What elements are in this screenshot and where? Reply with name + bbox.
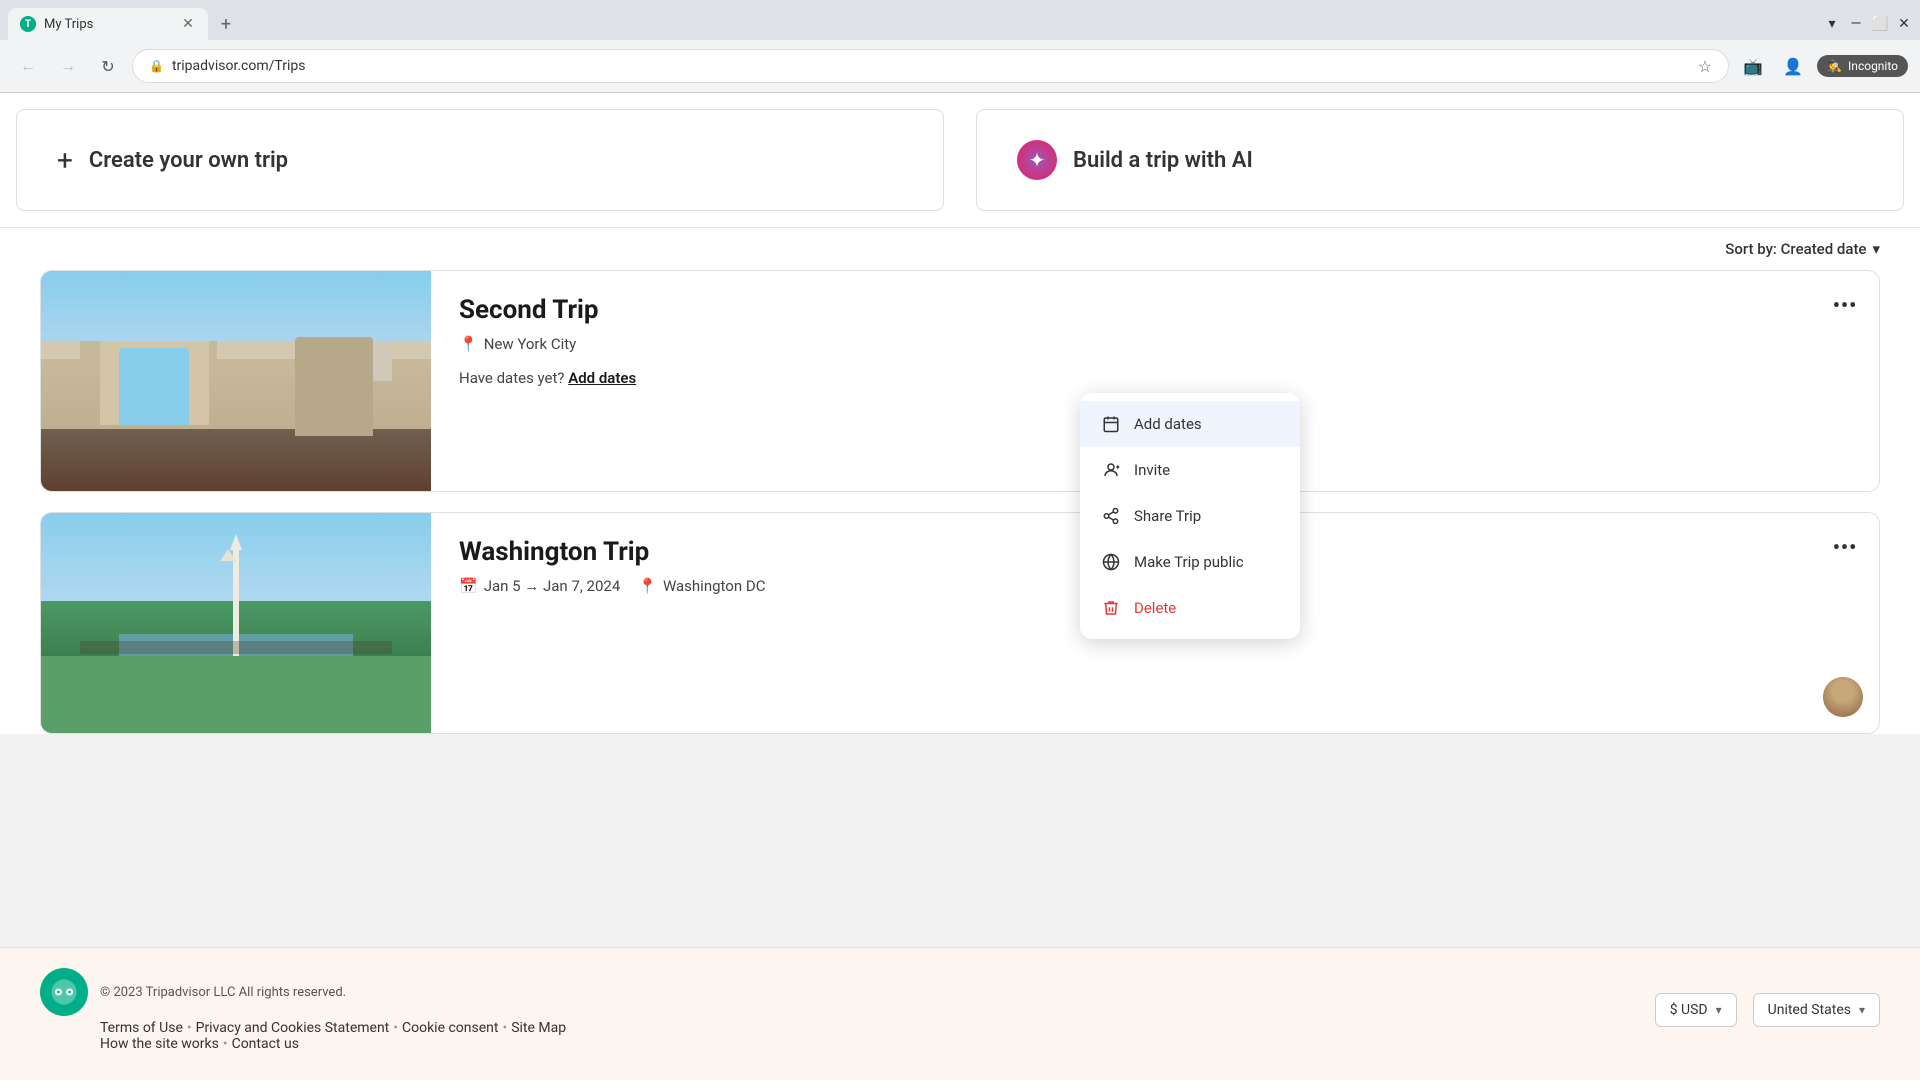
tripadvisor-logo [40, 968, 88, 1016]
footer-sep-4: • [223, 1036, 228, 1052]
user-avatar [1823, 677, 1863, 717]
plus-icon: + [57, 144, 73, 177]
currency-selector[interactable]: $ USD ▾ [1655, 993, 1737, 1027]
washington-location-text: Washington DC [663, 577, 766, 595]
url-bar[interactable]: 🔒 tripadvisor.com/Trips ☆ [132, 49, 1729, 83]
cookie-consent-link[interactable]: Cookie consent [402, 1020, 498, 1036]
address-bar: ← → ↻ 🔒 tripadvisor.com/Trips ☆ 📺 👤 🕵 In… [0, 40, 1920, 92]
browser-actions: 📺 👤 🕵 Incognito [1737, 50, 1908, 82]
back-button[interactable]: ← [12, 50, 44, 82]
sort-label: Sort by: Created date [1725, 240, 1866, 258]
contact-us-link[interactable]: Contact us [232, 1036, 299, 1052]
sort-chevron-icon: ▾ [1872, 240, 1880, 258]
footer-sep-2: • [393, 1020, 398, 1036]
add-dates-menu-label: Add dates [1134, 415, 1202, 433]
washington-trip-menu-button[interactable]: ••• [1827, 529, 1863, 565]
calendar-icon: 📅 [459, 577, 478, 595]
profile-button[interactable]: 👤 [1777, 50, 1809, 82]
new-tab-button[interactable]: + [212, 10, 240, 38]
footer: © 2023 Tripadvisor LLC All rights reserv… [0, 947, 1920, 1080]
context-menu-delete[interactable]: Delete [1080, 585, 1300, 631]
currency-chevron-icon: ▾ [1716, 1003, 1722, 1017]
delete-menu-label: Delete [1134, 599, 1176, 617]
footer-sep-3: • [502, 1020, 507, 1036]
second-trip-menu-button[interactable]: ••• [1827, 287, 1863, 323]
tab-controls: ▾ — ⬜ ✕ [1824, 16, 1912, 32]
second-trip-location-text: New York City [484, 335, 577, 353]
context-menu-invite[interactable]: Invite [1080, 447, 1300, 493]
url-actions: ☆ [1698, 57, 1712, 76]
country-selector[interactable]: United States ▾ [1753, 993, 1880, 1027]
tab-title: My Trips [44, 17, 172, 32]
invite-menu-icon [1100, 459, 1122, 481]
trip-item-washington: Washington Trip 📅 Jan 5 → Jan 7, 2024 📍 … [40, 512, 1880, 734]
lock-icon: 🔒 [149, 59, 164, 73]
sort-bar: Sort by: Created date ▾ [0, 228, 1920, 270]
trips-list: Second Trip 📍 New York City Have dates y… [0, 270, 1920, 734]
trip-item-second: Second Trip 📍 New York City Have dates y… [40, 270, 1880, 492]
context-menu: Add dates Invite Share Trip [1080, 393, 1300, 639]
footer-left: © 2023 Tripadvisor LLC All rights reserv… [40, 968, 566, 1052]
forward-button[interactable]: → [52, 50, 84, 82]
footer-sep-1: • [187, 1020, 192, 1036]
add-dates-link[interactable]: Add dates [568, 369, 636, 387]
active-tab[interactable]: T My Trips ✕ [8, 8, 208, 40]
make-public-menu-label: Make Trip public [1134, 553, 1244, 571]
incognito-icon: 🕵 [1827, 59, 1842, 73]
share-menu-icon [1100, 505, 1122, 527]
second-trip-location: 📍 New York City [459, 335, 1851, 353]
bookmark-icon[interactable]: ☆ [1698, 57, 1712, 76]
location-icon: 📍 [459, 335, 478, 353]
invite-menu-label: Invite [1134, 461, 1170, 479]
location-icon-2: 📍 [638, 577, 657, 595]
cast-button[interactable]: 📺 [1737, 50, 1769, 82]
currency-value: $ USD [1670, 1002, 1708, 1018]
tab-close-button[interactable]: ✕ [180, 16, 196, 32]
url-text: tripadvisor.com/Trips [172, 58, 1690, 74]
page-content: + Create your own trip ✦ Build a trip wi… [0, 93, 1920, 734]
tab-dropdown-button[interactable]: ▾ [1824, 16, 1840, 32]
browser-chrome: T My Trips ✕ + ▾ — ⬜ ✕ ← → ↻ 🔒 tripadvis… [0, 0, 1920, 93]
tab-bar: T My Trips ✕ + ▾ — ⬜ ✕ [0, 0, 1920, 40]
privacy-cookies-link[interactable]: Privacy and Cookies Statement [196, 1020, 390, 1036]
site-map-link[interactable]: Site Map [511, 1020, 566, 1036]
second-trip-image [41, 271, 431, 491]
context-menu-add-dates[interactable]: Add dates [1080, 401, 1300, 447]
footer-links: Terms of Use • Privacy and Cookies State… [100, 1020, 566, 1036]
add-dates-menu-icon [1100, 413, 1122, 435]
incognito-badge: 🕵 Incognito [1817, 55, 1908, 77]
create-trip-label: Create your own trip [89, 148, 288, 173]
country-chevron-icon: ▾ [1859, 1003, 1865, 1017]
washington-date-range: Jan 5 → Jan 7, 2024 [484, 577, 621, 595]
tab-favicon: T [20, 16, 36, 32]
how-site-works-link[interactable]: How the site works [100, 1036, 219, 1052]
second-trip-add-dates: Have dates yet? Add dates [459, 369, 1851, 387]
create-own-trip-card[interactable]: + Create your own trip [16, 109, 944, 211]
terms-of-use-link[interactable]: Terms of Use [100, 1020, 183, 1036]
incognito-label: Incognito [1848, 59, 1898, 73]
second-trip-name: Second Trip [459, 295, 1851, 325]
refresh-button[interactable]: ↻ [92, 50, 124, 82]
footer-bottom-links: How the site works • Contact us [100, 1036, 566, 1052]
sort-dropdown[interactable]: Sort by: Created date ▾ [1725, 240, 1880, 258]
share-trip-menu-label: Share Trip [1134, 507, 1201, 525]
build-ai-label: Build a trip with AI [1073, 148, 1253, 173]
context-menu-share[interactable]: Share Trip [1080, 493, 1300, 539]
footer-copyright: © 2023 Tripadvisor LLC All rights reserv… [100, 985, 346, 1000]
trip-action-cards: + Create your own trip ✦ Build a trip wi… [0, 93, 1920, 228]
minimize-button[interactable]: — [1848, 16, 1864, 32]
public-menu-icon [1100, 551, 1122, 573]
ai-icon: ✦ [1017, 140, 1057, 180]
delete-menu-icon [1100, 597, 1122, 619]
context-menu-make-public[interactable]: Make Trip public [1080, 539, 1300, 585]
washington-trip-image [41, 513, 431, 733]
country-value: United States [1768, 1002, 1851, 1018]
footer-top: © 2023 Tripadvisor LLC All rights reserv… [40, 968, 1880, 1052]
build-ai-trip-card[interactable]: ✦ Build a trip with AI [976, 109, 1904, 211]
close-window-button[interactable]: ✕ [1896, 16, 1912, 32]
maximize-button[interactable]: ⬜ [1872, 16, 1888, 32]
footer-right: $ USD ▾ United States ▾ [1655, 993, 1880, 1027]
